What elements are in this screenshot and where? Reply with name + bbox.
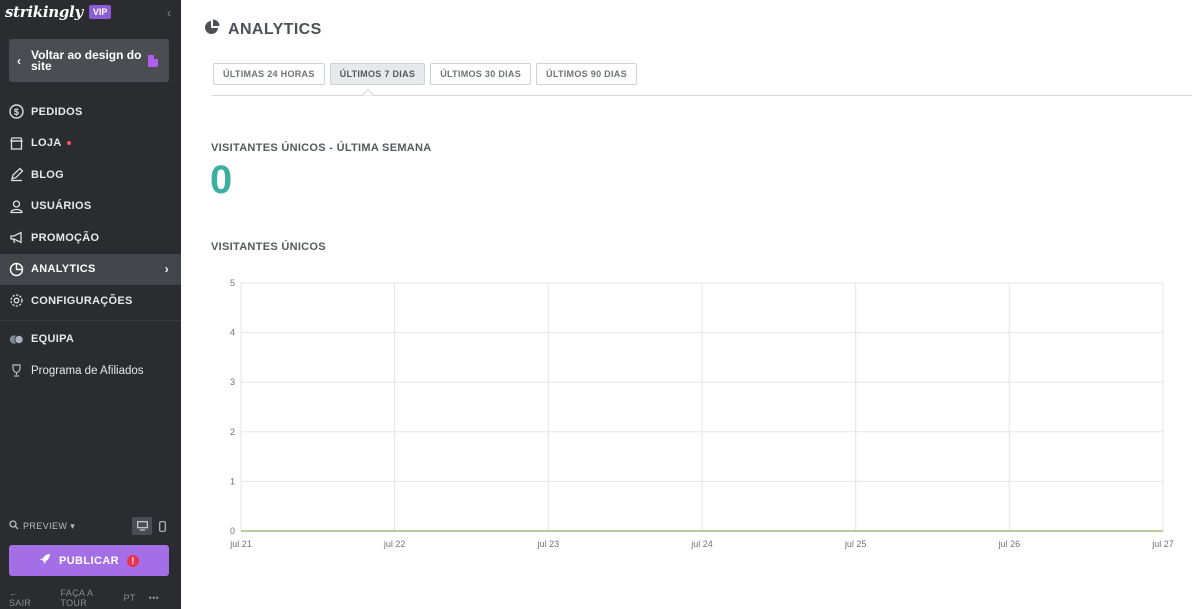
y-tick-label: 1 [230, 476, 235, 486]
language-link[interactable]: PT [124, 593, 136, 603]
y-tick-label: 4 [230, 328, 235, 338]
sidebar-item-pedidos[interactable]: $ PEDIDOS [0, 96, 181, 128]
tab-last-24-hours[interactable]: ÚLTIMAS 24 HORAS [213, 63, 325, 85]
chevron-right-icon: › [164, 262, 169, 277]
notification-dot [66, 141, 71, 146]
x-tick-label: jul 26 [998, 539, 1021, 549]
x-tick-label: jul 21 [229, 539, 252, 549]
sidebar-item-blog[interactable]: BLOG [0, 159, 181, 191]
sidebar: strikingly VIP ‹ ‹ Voltar ao design do s… [0, 0, 181, 609]
sidebar-item-afiliados[interactable]: Programa de Afiliados [0, 355, 181, 387]
unique-visitors-chart: 0 1 2 3 4 5 jul 21 jul 22 jul 23 jul 24 jul 25 jul … [229, 278, 1174, 549]
sidebar-item-label: LOJA [31, 137, 62, 150]
summary-label: VISITANTES ÚNICOS - ÚLTIMA SEMANA [211, 142, 432, 154]
more-icon[interactable]: ••• [149, 593, 159, 603]
pie-chart-icon [9, 262, 24, 277]
y-tick-label: 2 [230, 427, 235, 437]
sidebar-item-label: EQUIPA [31, 333, 75, 346]
mobile-icon[interactable] [152, 517, 172, 535]
page-title-text: ANALYTICS [228, 20, 322, 38]
preview-row: PREVIEW ▾ [9, 516, 172, 536]
caret-down-icon: ▾ [70, 520, 76, 531]
back-to-design-button[interactable]: ‹ Voltar ao design do site [9, 39, 169, 82]
gear-icon [9, 293, 24, 308]
document-icon [148, 54, 158, 67]
page-title: ANALYTICS [204, 19, 322, 40]
time-range-tabs: ÚLTIMAS 24 HORAS ÚLTIMOS 7 DIAS ÚLTIMOS … [213, 63, 642, 85]
sidebar-item-usuarios[interactable]: USUÁRIOS [0, 191, 181, 223]
exit-label: SAIR [9, 598, 32, 608]
trophy-icon [9, 363, 24, 378]
strikingly-logo: strikingly [5, 3, 83, 21]
sidebar-item-configuracoes[interactable]: CONFIGURAÇÕES [0, 285, 181, 317]
y-tick-label: 5 [230, 278, 235, 288]
sidebar-item-label: PEDIDOS [31, 105, 83, 118]
sidebar-item-promocao[interactable]: PROMOÇÃO [0, 222, 181, 254]
svg-text:$: $ [14, 107, 19, 117]
x-tick-label: jul 27 [1151, 539, 1174, 549]
exit-link[interactable]: ← SAIR [9, 588, 48, 608]
unique-visitors-count: 0 [210, 158, 233, 202]
desktop-icon[interactable] [132, 517, 152, 535]
search-icon [9, 520, 19, 532]
chart-title: VISITANTES ÚNICOS [211, 241, 326, 253]
users-icon [9, 199, 24, 214]
team-avatars-icon [9, 332, 24, 347]
nav-divider [0, 319, 181, 321]
y-tick-label: 0 [230, 526, 235, 536]
sidebar-item-label: Programa de Afiliados [31, 364, 144, 377]
sidebar-item-label: CONFIGURAÇÕES [31, 294, 133, 307]
tour-link[interactable]: FAÇA A TOUR [61, 588, 111, 608]
x-tick-label: jul 25 [844, 539, 867, 549]
publish-button[interactable]: PUBLICAR ! [9, 545, 169, 576]
tabs-divider [212, 95, 1192, 96]
alert-badge: ! [127, 554, 140, 567]
rocket-icon [39, 553, 51, 568]
x-tick-label: jul 23 [537, 539, 560, 549]
x-tick-label: jul 24 [690, 539, 713, 549]
back-to-design-label: Voltar ao design do site [31, 47, 142, 73]
active-tab-caret [362, 89, 374, 96]
x-tick-label: jul 22 [383, 539, 406, 549]
chevron-left-icon: ‹ [17, 53, 21, 68]
vip-badge: VIP [88, 5, 112, 19]
tab-last-90-days[interactable]: ÚLTIMOS 90 DIAS [536, 63, 637, 85]
pie-chart-icon [204, 19, 220, 40]
preview-dropdown[interactable]: PREVIEW ▾ [23, 521, 75, 532]
tab-last-7-days[interactable]: ÚLTIMOS 7 DIAS [329, 63, 426, 85]
megaphone-icon [9, 230, 24, 245]
sidebar-item-analytics[interactable]: ANALYTICS › [0, 253, 181, 285]
brand[interactable]: strikingly VIP [5, 3, 112, 21]
sidebar-item-label: USUÁRIOS [31, 200, 92, 213]
sidebar-footer: ← SAIR FAÇA A TOUR PT ••• [9, 588, 172, 608]
y-tick-label: 3 [230, 377, 235, 387]
device-toggle [132, 517, 172, 535]
sidebar-item-label: BLOG [31, 168, 64, 181]
sidebar-item-equipa[interactable]: EQUIPA [0, 324, 181, 356]
store-icon [9, 136, 24, 151]
main-content: ANALYTICS ÚLTIMAS 24 HORAS ÚLTIMOS 7 DIA… [181, 0, 1200, 609]
pen-icon [9, 167, 24, 182]
dollar-icon: $ [9, 104, 24, 119]
collapse-sidebar-icon[interactable]: ‹ [167, 6, 171, 20]
sidebar-item-loja[interactable]: LOJA [0, 128, 181, 160]
preview-label: PREVIEW [23, 520, 68, 531]
tab-last-30-days[interactable]: ÚLTIMOS 30 DIAS [430, 63, 532, 85]
publish-label: PUBLICAR [58, 554, 120, 567]
sidebar-item-label: ANALYTICS [31, 263, 96, 276]
sidebar-item-label: PROMOÇÃO [31, 231, 100, 244]
sidebar-nav: $ PEDIDOS LOJA BLOG USUÁRIOS PROMOÇÃO AN… [0, 96, 181, 387]
